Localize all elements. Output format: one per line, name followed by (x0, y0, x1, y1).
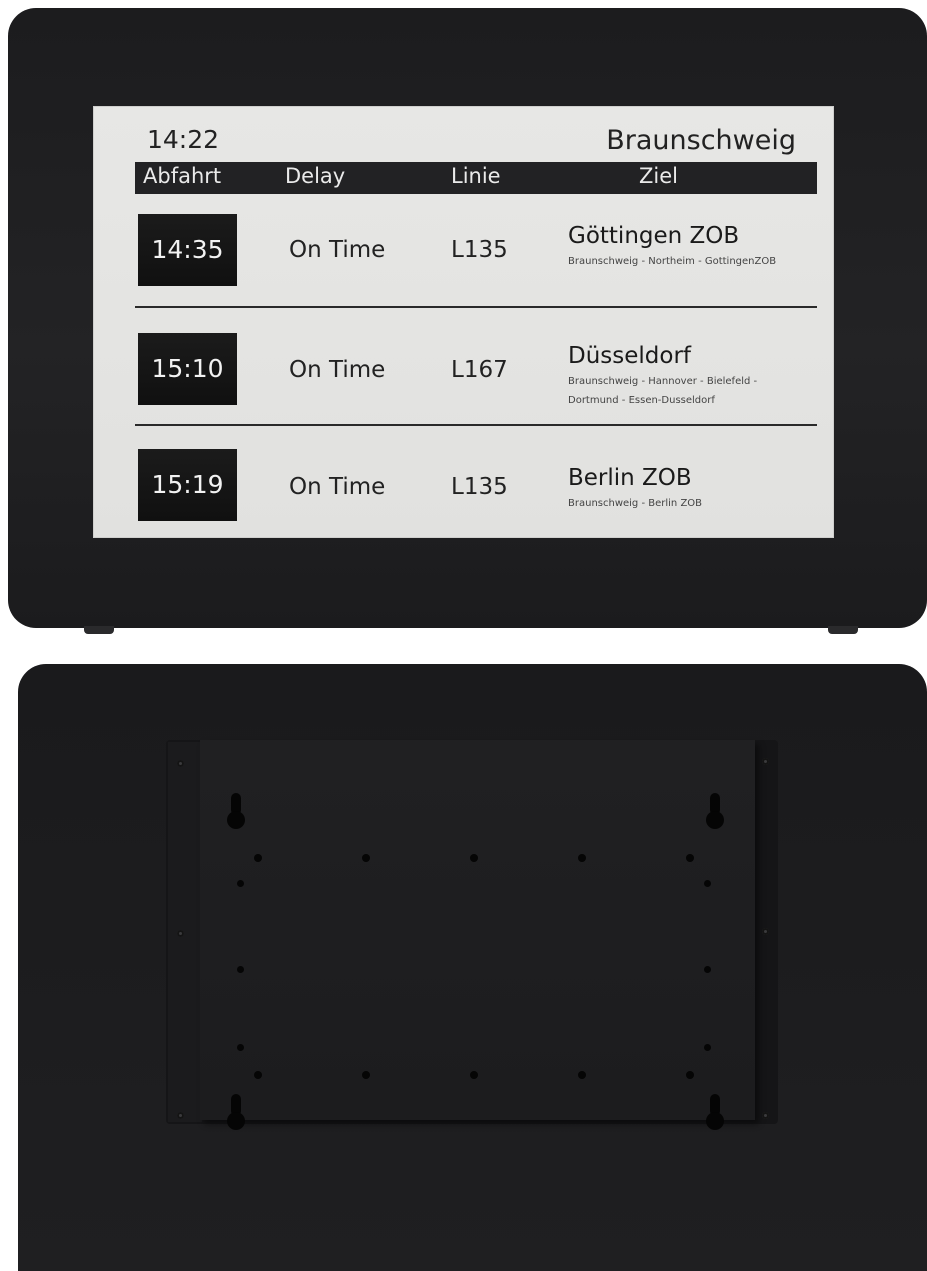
route-via: Braunschweig - Berlin ZOB (568, 498, 703, 509)
vesa-mount-plate (200, 740, 755, 1120)
screw-icon (762, 758, 769, 765)
departure-time: 15:10 (138, 333, 237, 405)
column-header-bar: Abfahrt Delay Linie Ziel (135, 162, 817, 194)
destination: Berlin ZOB (568, 465, 692, 491)
mount-hole (704, 1044, 711, 1051)
row-divider (135, 424, 817, 426)
mount-hole (362, 854, 370, 862)
destination: Düsseldorf (568, 343, 692, 369)
delay-status: On Time (289, 237, 386, 263)
line-number: L135 (451, 237, 508, 263)
mount-hole (578, 1071, 586, 1079)
header-delay: Delay (285, 164, 346, 188)
mount-hole (254, 1071, 262, 1079)
mount-hole (254, 854, 262, 862)
mount-hole (470, 854, 478, 862)
line-number: L135 (451, 474, 508, 500)
screw-icon (177, 760, 184, 767)
keyhole-slot-icon (227, 1094, 245, 1130)
screw-icon (177, 930, 184, 937)
mount-hole (237, 880, 244, 887)
delay-status: On Time (289, 474, 386, 500)
departure-board-screen: 14:22 Braunschweig Abfahrt Delay Linie Z… (93, 106, 834, 538)
delay-status: On Time (289, 357, 386, 383)
keyhole-slot-icon (706, 1094, 724, 1130)
mount-hole (704, 966, 711, 973)
screw-icon (762, 928, 769, 935)
station-name: Braunschweig (606, 125, 796, 156)
keyhole-slot-icon (706, 793, 724, 829)
mount-hole (704, 880, 711, 887)
route-via: Braunschweig - Hannover - Bielefeld - (568, 376, 758, 387)
mount-hole (578, 854, 586, 862)
header-destination: Ziel (639, 164, 678, 188)
header-departure: Abfahrt (143, 164, 222, 188)
current-time: 14:22 (147, 125, 220, 154)
screw-icon (762, 1112, 769, 1119)
right-foot (828, 626, 858, 634)
departure-row: 15:19 On Time L135 Berlin ZOB Braunschwe… (135, 449, 817, 559)
mount-hole (362, 1071, 370, 1079)
route-via: Braunschweig - Northeim - GottingenZOB (568, 256, 777, 267)
left-foot (84, 626, 114, 634)
mount-hole (686, 854, 694, 862)
mount-hole (237, 966, 244, 973)
departure-time: 15:19 (138, 449, 237, 521)
mount-hole (470, 1071, 478, 1079)
mount-flange (168, 742, 202, 1122)
screw-icon (177, 1112, 184, 1119)
header-line: Linie (451, 164, 501, 188)
departure-time: 14:35 (138, 214, 237, 286)
keyhole-slot-icon (227, 793, 245, 829)
line-number: L167 (451, 357, 508, 383)
destination: Göttingen ZOB (568, 223, 740, 249)
route-via: Dortmund - Essen-Dusseldorf (568, 395, 715, 406)
row-divider (135, 306, 817, 308)
mount-hole (686, 1071, 694, 1079)
mount-hole (237, 1044, 244, 1051)
